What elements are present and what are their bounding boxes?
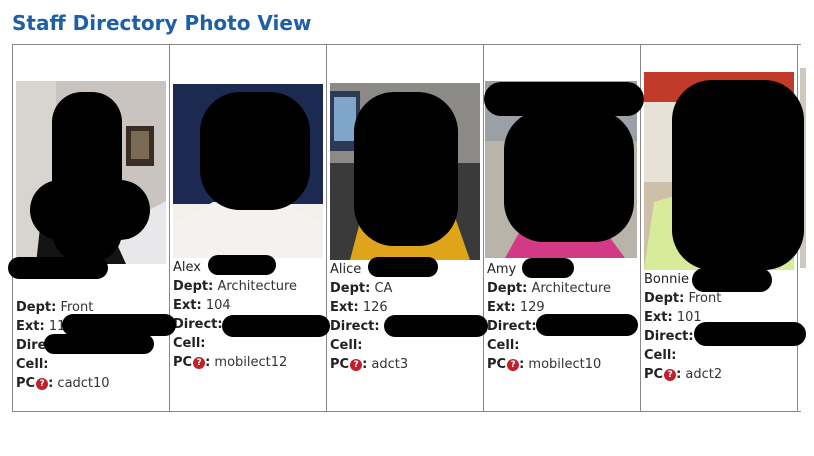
question-circle-icon[interactable]: ?	[36, 378, 49, 390]
dept-label: Dept:	[644, 291, 685, 306]
question-circle-icon[interactable]: ?	[193, 357, 206, 369]
ext-value: 101	[676, 310, 702, 325]
pc-value: cadct10	[57, 376, 110, 391]
dept-label: Dept:	[16, 300, 57, 315]
pc-value: adct2	[685, 367, 723, 382]
cell-label: Cell:	[644, 348, 677, 363]
pc-value: mobilect10	[528, 357, 602, 372]
dept-value: Front	[688, 291, 722, 306]
pc-label: PC	[173, 355, 193, 370]
ext-label: Ext:	[16, 319, 45, 334]
dept-value: CA	[374, 281, 393, 296]
grid-bottom-border	[12, 411, 801, 412]
dept-value: Architecture	[531, 281, 612, 296]
ext-label: Ext:	[644, 310, 673, 325]
direct-label: Direct:	[173, 317, 223, 332]
ext-value: 104	[205, 298, 231, 313]
pc-label: PC	[16, 376, 36, 391]
pc-value: adct3	[371, 357, 409, 372]
page-title: Staff Directory Photo View	[12, 11, 312, 35]
direct-label: Direct:	[487, 319, 537, 334]
dept-value: Front	[60, 300, 94, 315]
direct-label: Direct:	[644, 329, 694, 344]
staff-name	[16, 279, 110, 298]
dept-label: Dept:	[487, 281, 528, 296]
pc-label: PC	[487, 357, 507, 372]
question-circle-icon[interactable]: ?	[664, 369, 677, 381]
pc-label: PC	[330, 357, 350, 372]
cell-label: Cell:	[16, 357, 49, 372]
ext-label: Ext:	[173, 298, 202, 313]
dept-value: Architecture	[217, 279, 298, 294]
question-circle-icon[interactable]: ?	[350, 359, 363, 371]
ext-label: Ext:	[330, 300, 359, 315]
dept-label: Dept:	[330, 281, 371, 296]
ext-value: 126	[362, 300, 388, 315]
dept-label: Dept:	[173, 279, 214, 294]
cell-label: Cell:	[330, 338, 363, 353]
cell-label: Cell:	[487, 338, 520, 353]
ext-label: Ext:	[487, 300, 516, 315]
pc-label: PC	[644, 367, 664, 382]
ext-value: 129	[519, 300, 545, 315]
cell-label: Cell:	[173, 336, 206, 351]
pc-value: mobilect12	[214, 355, 288, 370]
question-circle-icon[interactable]: ?	[507, 359, 520, 371]
direct-label: Direct:	[330, 319, 380, 334]
